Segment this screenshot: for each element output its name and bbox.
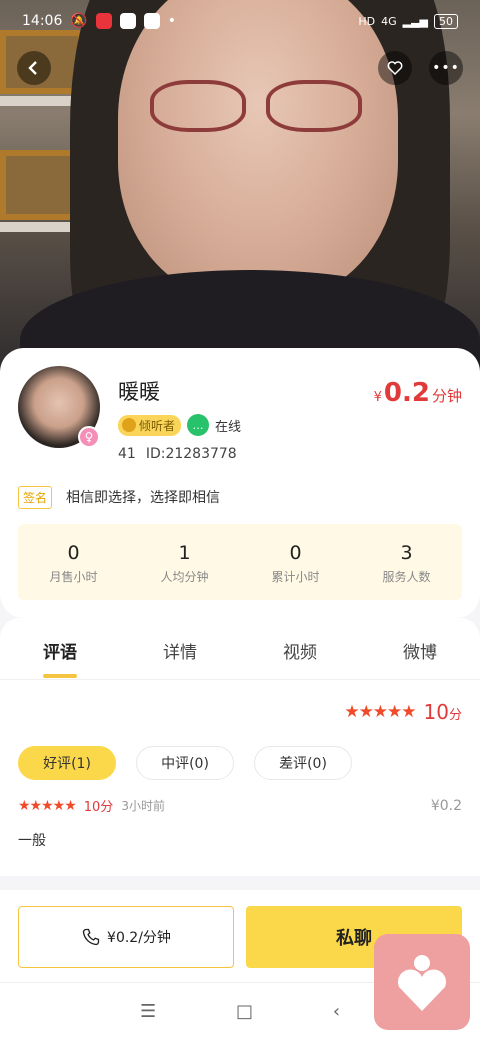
phone-icon <box>82 928 100 946</box>
level: 41 <box>118 446 136 462</box>
stats-panel: 0 月售小时 1 人均分钟 0 累计小时 3 服务人数 <box>18 524 462 600</box>
review-item: ★★★★★ 10分 3小时前 ¥0.2 <box>18 796 462 816</box>
tab-reviews[interactable]: 评语 <box>0 618 120 679</box>
review-time: 3小时前 <box>121 799 165 813</box>
stat-label: 月售小时 <box>49 570 98 584</box>
floating-app-button[interactable] <box>374 934 470 1030</box>
app-icon-blue <box>143 13 160 29</box>
online-status: 在线 <box>215 419 242 435</box>
network-label: 4G <box>381 14 397 28</box>
stat-item: 1 人均分钟 <box>129 524 240 600</box>
app-icon-red <box>95 13 112 29</box>
stat-value: 1 <box>178 542 191 564</box>
stat-item: 0 月售小时 <box>18 524 129 600</box>
stat-item: 3 服务人数 <box>351 524 462 600</box>
more-icon: ••• <box>432 60 460 76</box>
tab-videos[interactable]: 视频 <box>240 618 360 679</box>
review-fee: ¥0.2 <box>430 797 462 814</box>
filter-neutral[interactable]: 中评(0) <box>136 746 234 780</box>
voice-call-label: ¥0.2/分钟 <box>107 930 171 946</box>
filter-positive[interactable]: 好评(1) <box>18 746 116 780</box>
status-time: 14:06 <box>22 13 63 29</box>
overall-score-value: 10 <box>423 700 449 724</box>
star-icons: ★★★★★ <box>18 797 77 814</box>
stat-value: 3 <box>400 542 413 564</box>
star-icons: ★★★★★ <box>344 702 416 722</box>
heart-person-icon <box>397 955 447 1011</box>
face <box>118 0 398 300</box>
hd-icon: HD <box>358 14 376 28</box>
price-symbol: ¥ <box>373 390 382 405</box>
signal-icon: ▂▃▅ <box>402 14 428 28</box>
tab-bar: 评语 详情 视频 微博 <box>0 618 480 680</box>
more-button[interactable]: ••• <box>429 51 463 85</box>
user-id: ID:21283778 <box>145 446 237 462</box>
signature-tag: 签名 <box>18 486 53 509</box>
medal-icon <box>122 418 136 432</box>
price: ¥ 0.2 分钟 <box>374 378 462 408</box>
stat-value: 0 <box>67 542 80 564</box>
bell-icon: 🔕 <box>70 13 88 29</box>
stat-label: 服务人数 <box>382 570 431 584</box>
tab-details[interactable]: 详情 <box>120 618 240 679</box>
profile-tags: 倾听者 … 在线 <box>118 414 241 436</box>
back-button[interactable] <box>17 51 51 85</box>
glasses-right <box>266 80 362 132</box>
review-text: 一般 <box>18 833 46 849</box>
back-arrow-icon <box>28 61 37 75</box>
voice-call-button[interactable]: ¥0.2/分钟 <box>18 906 234 968</box>
stat-label: 累计小时 <box>271 570 320 584</box>
profile-ids: 41 ID:21283778 <box>118 446 237 462</box>
review-filters: 好评(1) 中评(0) 差评(0) <box>18 746 352 780</box>
stat-label: 人均分钟 <box>160 570 209 584</box>
overall-rating: ★★★★★ 10分 <box>344 700 462 724</box>
review-score: 10分 <box>83 800 114 815</box>
dot-icon: • <box>167 13 177 29</box>
profile-card: ♀ 暖暖 ¥ 0.2 分钟 倾听者 … 在线 41 ID:21283778 签名… <box>0 348 480 618</box>
price-unit: 分钟 <box>431 387 462 405</box>
signature-text: 相信即选择，选择即相信 <box>66 490 220 506</box>
tab-weibo[interactable]: 微博 <box>360 618 480 679</box>
chat-bubble-icon: … <box>187 414 210 436</box>
stat-value: 0 <box>289 542 302 564</box>
stat-item: 0 累计小时 <box>240 524 351 600</box>
favorite-button[interactable] <box>378 51 412 85</box>
menu-icon[interactable]: ☰ <box>140 1001 156 1022</box>
app-icon-blue <box>119 13 136 29</box>
status-bar: 14:06 🔕 • HD 4G ▂▃▅ 50 <box>22 8 458 34</box>
battery-icon: 50 <box>434 13 458 29</box>
female-icon: ♀ <box>78 426 100 448</box>
overall-score: 10分 <box>424 700 462 724</box>
overall-score-unit: 分 <box>448 708 462 723</box>
heart-icon <box>387 61 403 76</box>
listener-badge: 倾听者 <box>118 414 182 436</box>
back-icon[interactable]: ‹ <box>333 1001 340 1022</box>
listener-badge-label: 倾听者 <box>139 418 176 433</box>
profile-photo: 14:06 🔕 • HD 4G ▂▃▅ 50 ••• <box>0 0 480 380</box>
reviews-section: ★★★★★ 10分 好评(1) 中评(0) 差评(0) ★★★★★ 10分 3小… <box>0 680 480 876</box>
home-icon[interactable]: □ <box>236 1001 253 1022</box>
price-value: 0.2 <box>383 378 430 408</box>
glasses-left <box>150 80 246 132</box>
filter-negative[interactable]: 差评(0) <box>254 746 352 780</box>
profile-name: 暖暖 <box>118 380 160 404</box>
